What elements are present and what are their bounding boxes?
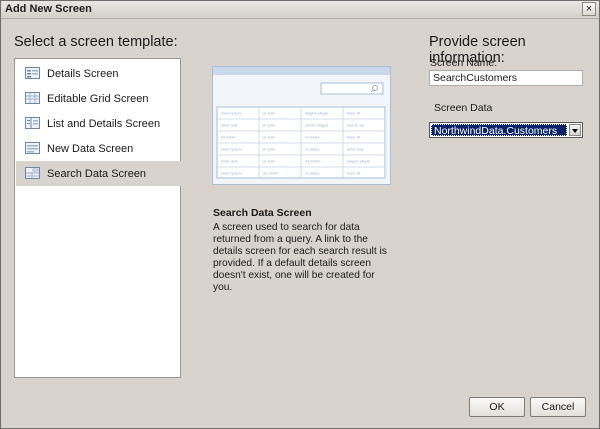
- screen-data-label: Screen Data: [434, 102, 493, 114]
- preview-cell: amet duis: [221, 160, 238, 164]
- preview-cell: sed do eiu: [347, 124, 365, 128]
- cancel-button[interactable]: Cancel: [530, 397, 586, 417]
- preview-cell: dolor sit: [347, 172, 361, 176]
- preview-cell: et enim: [263, 124, 275, 128]
- add-new-screen-dialog: Add New Screen × Select a screen templat…: [0, 0, 600, 429]
- preview-cell: et enim: [263, 160, 275, 164]
- list-details-screen-icon: [25, 117, 40, 129]
- preview-cell: lorem ipsum: [221, 148, 242, 152]
- close-icon: ×: [585, 3, 593, 15]
- template-label: List and Details Screen: [47, 118, 161, 130]
- title-bar[interactable]: Add New Screen ×: [1, 1, 599, 19]
- template-item-search-data[interactable]: Search Data Screen: [16, 161, 181, 186]
- preview-cell: et enim: [263, 148, 275, 152]
- template-item-new-data[interactable]: New Data Screen: [16, 136, 181, 161]
- close-button[interactable]: ×: [582, 2, 596, 16]
- preview-cell: ad minim: [305, 160, 320, 164]
- preview-cell: ut dolore: [305, 148, 320, 152]
- preview-cell: et enim: [263, 136, 275, 140]
- screen-data-value: NorthwindData.Customers: [431, 124, 567, 137]
- preview-cell: ad minim: [221, 136, 236, 140]
- preview-cell: amet duis: [221, 124, 238, 128]
- ok-button[interactable]: OK: [469, 397, 525, 417]
- screen-name-label: Screen Name:: [430, 57, 498, 69]
- template-list[interactable]: Details Screen Editable Grid Screen List…: [14, 58, 181, 378]
- grid-screen-icon: [25, 92, 40, 104]
- preview-cell: dolore magna: [305, 124, 329, 128]
- template-item-editable-grid[interactable]: Editable Grid Screen: [16, 86, 181, 111]
- template-label: Editable Grid Screen: [47, 93, 149, 105]
- preview-cell: et enim: [263, 112, 275, 116]
- preview-cell: ut dolore: [305, 172, 320, 176]
- preview-cell: magna aliqua: [347, 160, 371, 164]
- chevron-down-icon[interactable]: [569, 124, 581, 136]
- preview-cell: ad minim: [263, 172, 278, 176]
- template-preview: lorem ipsum et enim magna aliqua dolor sit a…: [212, 66, 391, 185]
- search-data-screen-icon: [25, 167, 40, 179]
- new-data-screen-icon: [25, 142, 40, 154]
- preview-cell: amet duis: [347, 148, 364, 152]
- description-text: A screen used to search for data returne…: [213, 222, 387, 293]
- screen-name-input[interactable]: SearchCustomers: [429, 70, 583, 86]
- dialog-title: Add New Screen: [5, 3, 92, 15]
- preview-cell: lorem ipsum: [221, 112, 242, 116]
- template-heading: Select a screen template:: [14, 34, 178, 50]
- template-label: Details Screen: [47, 68, 119, 80]
- template-label: Search Data Screen: [47, 168, 147, 180]
- preview-cell: dolor sit: [347, 136, 361, 140]
- preview-cell: lorem ipsum: [221, 172, 242, 176]
- template-label: New Data Screen: [47, 143, 134, 155]
- template-item-list-details[interactable]: List and Details Screen: [16, 111, 181, 136]
- details-screen-icon: [25, 67, 40, 79]
- description-title: Search Data Screen: [213, 207, 312, 219]
- screen-data-select[interactable]: NorthwindData.Customers: [429, 122, 583, 138]
- preview-cell: ut dolore: [305, 136, 320, 140]
- preview-cell: magna aliqua: [305, 112, 329, 116]
- preview-cell: dolor sit: [347, 112, 361, 116]
- template-item-details[interactable]: Details Screen: [16, 61, 181, 86]
